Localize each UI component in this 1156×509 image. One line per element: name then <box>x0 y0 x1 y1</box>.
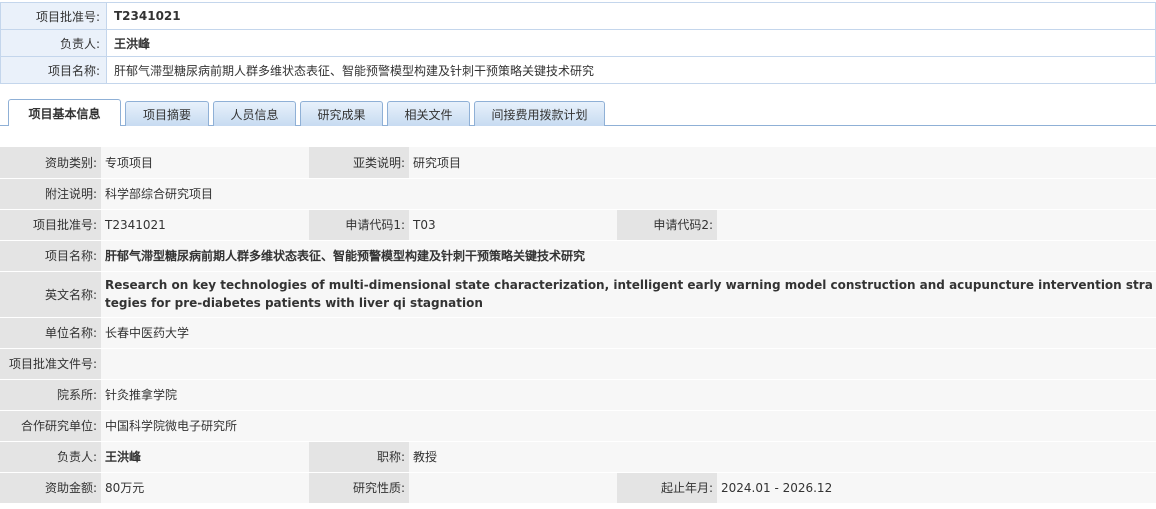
header-row-project-name: 项目名称: 肝郁气滞型糖尿病前期人群多维状态表征、智能预警模型构建及针刺干预策略… <box>0 56 1156 84</box>
info-row-project-name: 项目名称: 肝郁气滞型糖尿病前期人群多维状态表征、智能预警模型构建及针刺干预策略… <box>0 240 1156 272</box>
unit-label: 单位名称: <box>0 317 101 349</box>
tab-related-files[interactable]: 相关文件 <box>387 101 470 126</box>
approval-no-label: 项目批准号: <box>0 209 101 241</box>
info-row-coop-unit: 合作研究单位: 中国科学院微电子研究所 <box>0 410 1156 442</box>
header-project-name-label: 项目名称: <box>0 56 107 84</box>
approval-doc-label: 项目批准文件号: <box>0 348 101 380</box>
info-row-leader: 负责人: 王洪峰 职称: 教授 <box>0 441 1156 473</box>
period-value: 2024.01 - 2026.12 <box>717 472 1156 504</box>
project-header-table: 项目批准号: T2341021 负责人: 王洪峰 项目名称: 肝郁气滞型糖尿病前… <box>0 2 1156 84</box>
info-row-english-name: 英文名称: Research on key technologies of mu… <box>0 271 1156 318</box>
apply-code1-label: 申请代码1: <box>309 209 409 241</box>
header-project-name-value: 肝郁气滞型糖尿病前期人群多维状态表征、智能预警模型构建及针刺干预策略关键技术研究 <box>106 56 1156 84</box>
period-label: 起止年月: <box>617 472 717 504</box>
note-label: 附注说明: <box>0 178 101 210</box>
leader-label: 负责人: <box>0 441 101 473</box>
project-name-label: 项目名称: <box>0 240 101 272</box>
coop-unit-label: 合作研究单位: <box>0 410 101 442</box>
subtype-value: 研究项目 <box>409 147 1156 179</box>
info-row-note: 附注说明: 科学部综合研究项目 <box>0 178 1156 210</box>
approval-no-value: T2341021 <box>101 209 309 241</box>
header-row-approval-no: 项目批准号: T2341021 <box>0 2 1156 30</box>
english-name-label: 英文名称: <box>0 271 101 318</box>
funding-type-label: 资助类别: <box>0 147 101 179</box>
info-row-amount: 资助金额: 80万元 研究性质: 起止年月: 2024.01 - 2026.12 <box>0 472 1156 504</box>
title-label: 职称: <box>309 441 409 473</box>
basic-info-table: 资助类别: 专项项目 亚类说明: 研究项目 附注说明: 科学部综合研究项目 项目… <box>0 147 1156 504</box>
tab-abstract[interactable]: 项目摘要 <box>125 101 209 126</box>
funding-type-value: 专项项目 <box>101 147 309 179</box>
note-value: 科学部综合研究项目 <box>101 178 1156 210</box>
tab-basic-info[interactable]: 项目基本信息 <box>8 99 121 126</box>
header-approval-no-value: T2341021 <box>106 2 1156 30</box>
english-name-value: Research on key technologies of multi-di… <box>101 271 1156 318</box>
nature-label: 研究性质: <box>309 472 409 504</box>
info-row-funding-type: 资助类别: 专项项目 亚类说明: 研究项目 <box>0 147 1156 179</box>
header-leader-label: 负责人: <box>0 29 107 57</box>
tab-bar: 项目基本信息 项目摘要 人员信息 研究成果 相关文件 间接费用拨款计划 <box>8 99 609 126</box>
department-value: 针灸推拿学院 <box>101 379 1156 411</box>
info-row-unit: 单位名称: 长春中医药大学 <box>0 317 1156 349</box>
amount-label: 资助金额: <box>0 472 101 504</box>
info-row-codes: 项目批准号: T2341021 申请代码1: T03 申请代码2: <box>0 209 1156 241</box>
info-row-department: 院系所: 针灸推拿学院 <box>0 379 1156 411</box>
unit-value: 长春中医药大学 <box>101 317 1156 349</box>
department-label: 院系所: <box>0 379 101 411</box>
title-value: 教授 <box>409 441 1156 473</box>
subtype-label: 亚类说明: <box>309 147 409 179</box>
apply-code2-value <box>717 209 1156 241</box>
nature-value <box>409 472 617 504</box>
tab-results[interactable]: 研究成果 <box>300 101 383 126</box>
approval-doc-value <box>101 348 1156 380</box>
header-leader-value: 王洪峰 <box>106 29 1156 57</box>
leader-value: 王洪峰 <box>101 441 309 473</box>
info-row-approval-doc: 项目批准文件号: <box>0 348 1156 380</box>
tab-indirect-cost-plan[interactable]: 间接费用拨款计划 <box>474 101 605 126</box>
header-approval-no-label: 项目批准号: <box>0 2 107 30</box>
amount-value: 80万元 <box>101 472 309 504</box>
apply-code2-label: 申请代码2: <box>617 209 717 241</box>
apply-code1-value: T03 <box>409 209 617 241</box>
tab-personnel[interactable]: 人员信息 <box>213 101 296 126</box>
coop-unit-value: 中国科学院微电子研究所 <box>101 410 1156 442</box>
project-name-value: 肝郁气滞型糖尿病前期人群多维状态表征、智能预警模型构建及针刺干预策略关键技术研究 <box>101 240 1156 272</box>
header-row-leader: 负责人: 王洪峰 <box>0 29 1156 57</box>
